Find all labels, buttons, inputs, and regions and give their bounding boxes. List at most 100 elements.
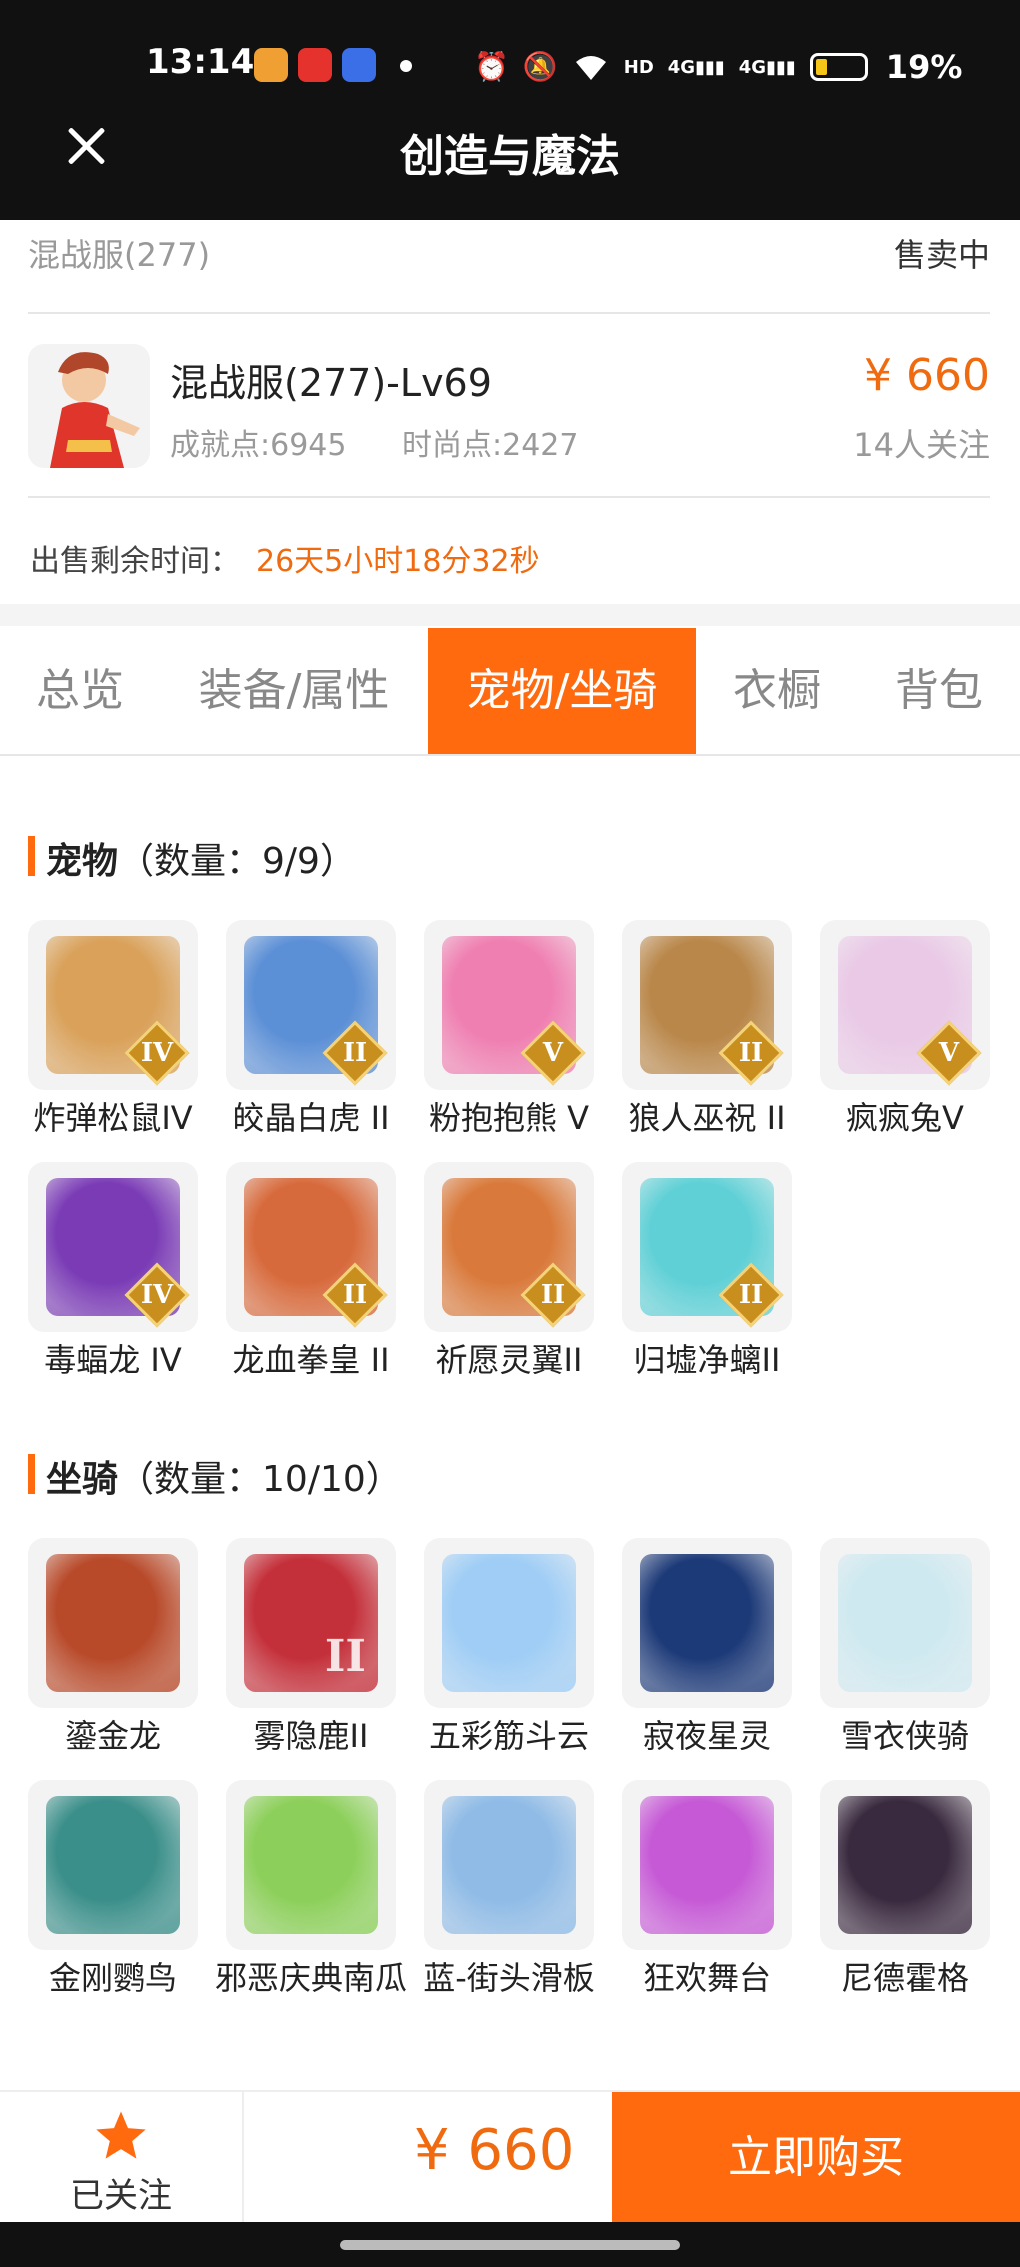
rank-label: II: [738, 1038, 764, 1068]
mount-item[interactable]: II 雾隐鹿II: [226, 1538, 396, 1758]
item-name: 邪恶庆典南瓜: [214, 1959, 407, 1997]
follow-label: 已关注: [70, 2176, 172, 2216]
mounts-title: 坐骑: [46, 1459, 119, 1500]
item-image: [838, 1554, 972, 1692]
rank-label: II: [342, 1280, 368, 1310]
item-thumbnail: IV: [28, 1162, 198, 1332]
item-image: [640, 1796, 774, 1934]
mount-item[interactable]: 金刚鹦鸟: [28, 1780, 198, 2000]
item-thumbnail: IV: [28, 920, 198, 1090]
pet-item[interactable]: IV 毒蝠龙 IV: [28, 1162, 198, 1382]
item-thumbnail: V: [424, 920, 594, 1090]
item-name: 归墟净螭II: [633, 1341, 781, 1379]
pets-title: 宠物: [46, 841, 119, 882]
item-name: 狂欢舞台: [642, 1959, 771, 1997]
mount-item[interactable]: 鎏金龙: [28, 1538, 198, 1758]
follower-count: 14人关注: [853, 426, 990, 464]
mount-item[interactable]: 五彩筋斗云: [424, 1538, 594, 1758]
tab-backpack[interactable]: 背包: [858, 628, 1020, 754]
mounts-count: （数量：10/10）: [118, 1459, 402, 1500]
item-name: 尼德霍格: [840, 1959, 969, 1997]
bottom-action-bar: 已关注 ¥ 660 立即购买: [0, 2090, 1020, 2224]
divider: [28, 496, 990, 498]
top-bar: 13:14 ⏰ 🔕 HD 4G▮▮▮ 4G▮▮▮ 19% 创造与魔法: [0, 0, 1020, 220]
item-name: 狼人巫祝 II: [628, 1099, 786, 1137]
remaining-time-label: 出售剩余时间：: [30, 544, 240, 579]
mount-item[interactable]: 雪衣侠骑: [820, 1538, 990, 1758]
system-nav-bar: [0, 2222, 1020, 2267]
item-thumbnail: [820, 1538, 990, 1708]
item-thumbnail: [28, 1780, 198, 1950]
page-title: 创造与魔法: [400, 131, 620, 182]
item-name: 蓝-街头滑板: [423, 1959, 595, 1997]
item-name: 五彩筋斗云: [428, 1717, 589, 1755]
home-indicator[interactable]: [340, 2240, 680, 2250]
server-name: 混战服(277): [28, 236, 211, 274]
mount-item[interactable]: 邪恶庆典南瓜: [215, 1780, 407, 2000]
tab-pets-mounts[interactable]: 宠物/坐骑: [428, 628, 696, 754]
item-name: 寂夜星灵: [642, 1717, 771, 1755]
mount-item[interactable]: 蓝-街头滑板: [423, 1780, 595, 2000]
tab-wardrobe[interactable]: 衣橱: [696, 628, 858, 754]
remaining-time-value: 26天5小时18分32秒: [256, 544, 540, 579]
alarm-icon: ⏰: [474, 50, 509, 83]
mute-icon: 🔕: [522, 50, 558, 83]
pet-item[interactable]: V 粉抱抱熊 V: [424, 920, 594, 1140]
item-thumbnail: [622, 1780, 792, 1950]
pet-item[interactable]: II 狼人巫祝 II: [622, 920, 792, 1140]
pet-item[interactable]: II 龙血拳皇 II: [226, 1162, 396, 1382]
rank-label: IV: [140, 1038, 174, 1068]
item-image: [46, 1796, 180, 1934]
rank-label: II: [342, 1038, 368, 1068]
item-thumbnail: II: [226, 1162, 396, 1332]
photo-app-icon: [254, 48, 288, 82]
item-thumbnail: II: [226, 1538, 396, 1708]
item-name: 龙血拳皇 II: [232, 1341, 390, 1379]
item-thumbnail: [820, 1780, 990, 1950]
mount-item[interactable]: 狂欢舞台: [622, 1780, 792, 2000]
bottom-price: ¥ 660: [414, 2118, 575, 2183]
item-name: 皎晶白虎 II: [232, 1099, 390, 1137]
item-name: 雪衣侠骑: [840, 1717, 969, 1755]
pet-item[interactable]: V 疯疯兔V: [820, 920, 990, 1140]
divider: [28, 312, 990, 314]
item-thumbnail: [622, 1538, 792, 1708]
item-thumbnail: [424, 1780, 594, 1950]
item-name: 祈愿灵翼II: [435, 1341, 583, 1379]
role-name: 混战服(277)-Lv69: [170, 361, 492, 405]
item-thumbnail: II: [622, 920, 792, 1090]
section-heading: 坐骑（数量：10/10）: [46, 1450, 402, 1502]
notification-icons: [254, 48, 412, 82]
sale-status: 售卖中: [893, 236, 990, 274]
buy-now-button[interactable]: 立即购买: [612, 2092, 1020, 2224]
mount-item[interactable]: 寂夜星灵: [622, 1538, 792, 1758]
item-name: 鎏金龙: [64, 1717, 161, 1755]
tab-overview[interactable]: 总览: [0, 628, 160, 754]
section-heading: 宠物（数量：9/9）: [46, 832, 356, 884]
system-icons: ⏰ 🔕 HD 4G▮▮▮ 4G▮▮▮ 19%: [474, 48, 962, 86]
rank-label: II: [324, 1631, 366, 1682]
item-thumbnail: II: [424, 1162, 594, 1332]
follow-button[interactable]: 已关注: [0, 2092, 244, 2224]
item-image: [442, 1554, 576, 1692]
rank-label: II: [738, 1280, 764, 1310]
pet-item[interactable]: IV 炸弹松鼠IV: [28, 920, 198, 1140]
battery-icon: [809, 53, 868, 81]
achievement-points: 成就点:6945: [170, 428, 347, 463]
tab-bar: 总览 装备/属性 宠物/坐骑 衣橱 背包: [0, 628, 1020, 756]
mount-item[interactable]: 尼德霍格: [820, 1780, 990, 2000]
item-image: [46, 1554, 180, 1692]
rank-label: IV: [140, 1280, 174, 1310]
item-image: [244, 1796, 378, 1934]
signal-4g-icon: 4G▮▮▮: [738, 56, 796, 78]
item-image: [838, 1796, 972, 1934]
pet-item[interactable]: II 归墟净螭II: [622, 1162, 792, 1382]
fashion-points: 时尚点:2427: [402, 428, 579, 463]
wifi-icon: [575, 56, 606, 80]
pets-count: （数量：9/9）: [118, 841, 356, 882]
pet-item[interactable]: II 祈愿灵翼II: [424, 1162, 594, 1382]
item-thumbnail: [28, 1538, 198, 1708]
pet-item[interactable]: II 皎晶白虎 II: [226, 920, 396, 1140]
rank-label: V: [938, 1038, 960, 1068]
tab-equipment-attributes[interactable]: 装备/属性: [160, 628, 428, 754]
